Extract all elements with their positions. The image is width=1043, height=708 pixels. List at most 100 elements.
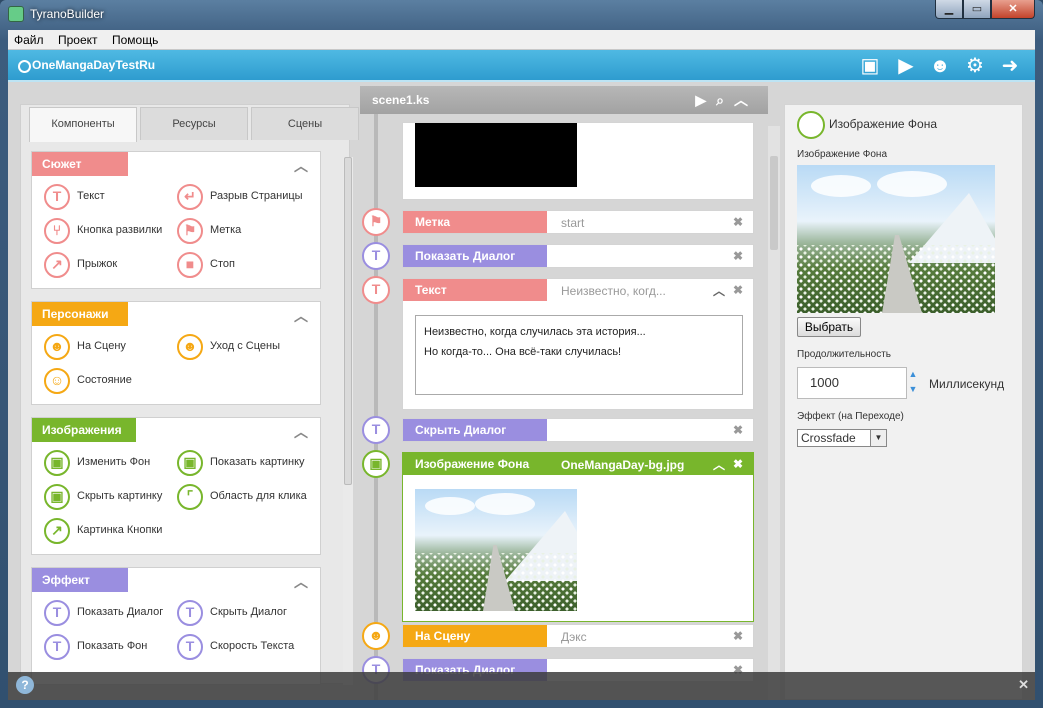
command-text[interactable]: Текст Неизвестно, когд... ︿ ✖ Неизвестно, к… bbox=[402, 278, 754, 410]
chevron-up-icon[interactable]: ︿ bbox=[294, 422, 308, 442]
chevron-up-icon[interactable]: ︿ bbox=[294, 156, 308, 176]
image-label: Изображение Фона bbox=[797, 149, 888, 160]
choose-button[interactable]: Выбрать bbox=[797, 317, 861, 337]
scene-scrollbar[interactable] bbox=[768, 126, 780, 700]
jump-icon: ↗ bbox=[44, 252, 70, 278]
chevron-up-icon[interactable]: ︿ bbox=[294, 306, 308, 326]
client-area: Файл Проект Помощь OneMangaDayTestRu ▣ ▶… bbox=[8, 30, 1035, 700]
tab-components[interactable]: Компоненты bbox=[29, 107, 137, 142]
enter-scene-icon: ☻ bbox=[44, 334, 70, 360]
bg-preview bbox=[797, 165, 995, 313]
component-show-dialog[interactable]: T Показать Диалог bbox=[44, 600, 180, 626]
bottom-bar: ? ✕ bbox=[8, 672, 1035, 700]
save-icon[interactable]: ▣ bbox=[858, 55, 882, 77]
component-state[interactable]: ☺ Состояние bbox=[44, 368, 180, 394]
close-icon[interactable]: ✕ bbox=[1018, 677, 1029, 693]
menu-project[interactable]: Проект bbox=[58, 33, 98, 47]
hide-image-icon: ▣ bbox=[44, 484, 70, 510]
delete-icon[interactable]: ✖ bbox=[733, 249, 743, 263]
menu-help[interactable]: Помощь bbox=[112, 33, 158, 47]
component-show-bg[interactable]: T Показать Фон bbox=[44, 634, 180, 660]
settings-icon[interactable]: ⚙ bbox=[963, 55, 987, 77]
text-icon: T bbox=[362, 276, 390, 304]
image-icon: ▣ bbox=[44, 450, 70, 476]
play-icon[interactable]: ▶ bbox=[695, 92, 716, 108]
show-image-icon: ▣ bbox=[177, 450, 203, 476]
scrollbar-thumb[interactable] bbox=[770, 156, 778, 250]
category-effect-title[interactable]: Эффект bbox=[32, 568, 128, 592]
show-bg-icon: T bbox=[44, 634, 70, 660]
preview-card bbox=[402, 122, 754, 200]
play-icon[interactable]: ▶ bbox=[894, 55, 918, 77]
text-input[interactable]: Неизвестно, когда случилась эта история.… bbox=[415, 315, 743, 395]
category-story-title[interactable]: Сюжет bbox=[32, 152, 128, 176]
stop-icon: ■ bbox=[177, 252, 203, 278]
show-dialog-icon: T bbox=[44, 600, 70, 626]
command-enter-scene[interactable]: На Сцену Дэкс ✖ bbox=[402, 624, 754, 648]
chevron-up-icon[interactable]: ︿ bbox=[734, 92, 758, 108]
component-image-button[interactable]: ↗ Картинка Кнопки bbox=[44, 518, 180, 544]
component-stop[interactable]: ■ Стоп bbox=[177, 252, 313, 278]
component-label[interactable]: ⚑ Метка bbox=[177, 218, 313, 244]
page-break-icon: ↵ bbox=[177, 184, 203, 210]
properties-title: Изображение Фона bbox=[829, 117, 938, 131]
chevron-up-icon[interactable]: ︿ bbox=[294, 572, 308, 592]
help-icon[interactable]: ? bbox=[16, 676, 34, 694]
menu-file[interactable]: Файл bbox=[14, 33, 44, 47]
chevron-up-icon[interactable]: ︿ bbox=[713, 456, 725, 473]
project-header: OneMangaDayTestRu ▣ ▶ ☻ ⚙ ➜ bbox=[8, 50, 1035, 82]
app-window: TyranoBuilder ▁ ▭ ✕ Файл Проект Помощь O… bbox=[0, 0, 1043, 708]
component-hide-dialog[interactable]: T Скрыть Диалог bbox=[177, 600, 313, 626]
project-name[interactable]: OneMangaDayTestRu bbox=[18, 58, 155, 73]
component-text[interactable]: T Текст bbox=[44, 184, 180, 210]
component-show-image[interactable]: ▣ Показать картинку bbox=[177, 450, 313, 476]
image-button-icon: ↗ bbox=[44, 518, 70, 544]
timeline-line bbox=[374, 114, 378, 700]
component-branch-button[interactable]: ⑂ Кнопка развилки bbox=[44, 218, 180, 244]
tab-scenes[interactable]: Сцены bbox=[251, 107, 359, 140]
effect-label: Эффект (на Переходе) bbox=[797, 411, 904, 422]
effect-select[interactable]: Crossfade ▼ bbox=[797, 429, 887, 447]
minimize-button[interactable]: ▁ bbox=[935, 0, 963, 19]
exit-icon[interactable]: ➜ bbox=[998, 55, 1022, 77]
image-icon bbox=[797, 111, 825, 139]
category-characters-title[interactable]: Персонажи bbox=[32, 302, 128, 326]
duration-stepper[interactable]: ▲ ▼ bbox=[903, 367, 923, 399]
command-label[interactable]: Метка start ✖ bbox=[402, 210, 754, 234]
bg-thumbnail bbox=[415, 489, 577, 611]
chevron-down-icon[interactable]: ▼ bbox=[870, 430, 886, 446]
delete-icon[interactable]: ✖ bbox=[733, 629, 743, 643]
command-hide-dialog[interactable]: Скрыть Диалог ✖ bbox=[402, 418, 754, 442]
component-hide-image[interactable]: ▣ Скрыть картинку bbox=[44, 484, 180, 510]
scene-editor: scene1.ks ▶⌕︿ ⚑ Метка start ✖ T Показать Д… bbox=[350, 86, 780, 700]
category-characters: Персонажи ︿ ☻ На Сцену ☻ Уход с Сцены ☺ Сост… bbox=[31, 301, 321, 405]
search-icon[interactable]: ⌕ bbox=[716, 92, 734, 108]
enter-scene-icon: ☻ bbox=[362, 622, 390, 650]
text-icon: T bbox=[44, 184, 70, 210]
command-show-dialog[interactable]: Показать Диалог ✖ bbox=[402, 244, 754, 268]
category-images: Изображения ︿ ▣ Изменить Фон ▣ Показать кар… bbox=[31, 417, 321, 555]
duration-unit: Миллисекунд bbox=[929, 377, 1005, 391]
component-enter-scene[interactable]: ☻ На Сцену bbox=[44, 334, 180, 360]
component-click-area[interactable]: ⌜ Область для клика bbox=[177, 484, 313, 510]
maximize-button[interactable]: ▭ bbox=[963, 0, 991, 19]
close-button[interactable]: ✕ bbox=[991, 0, 1035, 19]
component-text-speed[interactable]: T Скорость Текста bbox=[177, 634, 313, 660]
category-images-title[interactable]: Изображения bbox=[32, 418, 136, 442]
delete-icon[interactable]: ✖ bbox=[733, 457, 743, 471]
command-bg-image[interactable]: Изображение Фона OneMangaDay-bg.jpg ︿ ✖ bbox=[402, 452, 754, 622]
duration-input[interactable]: 1000 bbox=[797, 367, 907, 399]
component-page-break[interactable]: ↵ Разрыв Страницы bbox=[177, 184, 313, 210]
characters-icon[interactable]: ☻ bbox=[928, 55, 952, 77]
branch-icon: ⑂ bbox=[44, 218, 70, 244]
component-jump[interactable]: ↗ Прыжок bbox=[44, 252, 180, 278]
scene-tab-title[interactable]: scene1.ks bbox=[372, 93, 429, 107]
chevron-up-icon[interactable]: ︿ bbox=[713, 282, 725, 299]
delete-icon[interactable]: ✖ bbox=[733, 283, 743, 297]
component-change-bg[interactable]: ▣ Изменить Фон bbox=[44, 450, 180, 476]
component-exit-scene[interactable]: ☻ Уход с Сцены bbox=[177, 334, 313, 360]
delete-icon[interactable]: ✖ bbox=[733, 215, 743, 229]
tab-resources[interactable]: Ресурсы bbox=[140, 107, 248, 140]
text-speed-icon: T bbox=[177, 634, 203, 660]
delete-icon[interactable]: ✖ bbox=[733, 423, 743, 437]
